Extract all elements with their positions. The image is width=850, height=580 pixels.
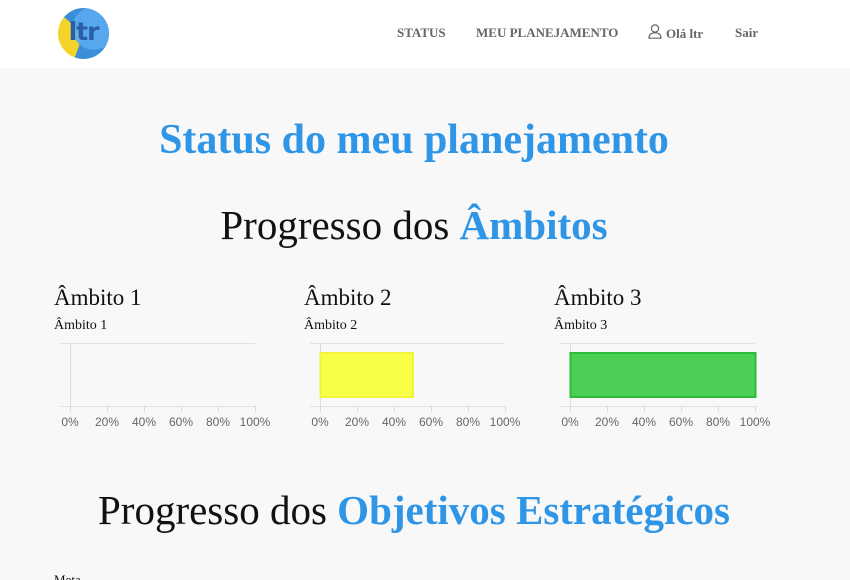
ambito-card-2: Âmbito 2 Âmbito 2 0% 20% 40% 60% 80% 100%	[304, 285, 544, 435]
chart-tick-label: 80%	[706, 415, 730, 429]
ambito-subtitle: Âmbito 1	[54, 318, 108, 333]
nav-user-menu[interactable]: Olá ltr	[648, 24, 703, 42]
chart-tick-label: 20%	[595, 415, 619, 429]
chart-tick-label: 20%	[345, 415, 369, 429]
nav-planning-link[interactable]: MEU PLANEJAMENTO	[476, 25, 618, 41]
chart-svg: 0% 20% 40% 60% 80% 100%	[560, 343, 771, 429]
chart-tick-label: 80%	[456, 415, 480, 429]
ambito-card-3: Âmbito 3 Âmbito 3 0% 20% 40% 60% 80% 100%	[554, 285, 794, 435]
chart-bar	[319, 352, 414, 398]
chart-tick-label: 40%	[132, 415, 156, 429]
chart-tick-label: 60%	[169, 415, 193, 429]
chart-tick-label: 60%	[669, 415, 693, 429]
section-title-prefix: Progresso dos	[220, 202, 460, 248]
chart-tick-label: 80%	[206, 415, 230, 429]
ambito-chart-1: 0% 20% 40% 60% 80% 100%	[54, 340, 294, 435]
ambito-title: Âmbito 3	[554, 285, 642, 310]
ambito-subtitle: Âmbito 3	[554, 318, 608, 333]
page-title: Status do meu planejamento	[159, 117, 669, 163]
nav-status-link[interactable]: STATUS	[397, 25, 446, 41]
logo-text: ltr	[68, 17, 100, 46]
section-title-ambitos: Progresso dos Âmbitos	[0, 201, 828, 249]
chart-tick-label: 100%	[740, 415, 771, 429]
ambito-card-1: Âmbito 1 Âmbito 1 0% 20% 40% 60% 80% 100%	[54, 285, 294, 435]
chart-svg: 0% 20% 40% 60% 80% 100%	[60, 343, 271, 429]
ambito-subtitle: Âmbito 2	[304, 318, 358, 333]
chart-tick-label: 40%	[632, 415, 656, 429]
chart-tick-label: 0%	[561, 415, 579, 429]
chart-tick-label: 40%	[382, 415, 406, 429]
chart-tick-label: 20%	[95, 415, 119, 429]
ambito-chart-2: 0% 20% 40% 60% 80% 100%	[304, 340, 544, 435]
chart-tick-label: 100%	[240, 415, 271, 429]
chart-tick-label: 0%	[311, 415, 329, 429]
navbar: ltr STATUS MEU PLANEJAMENTO Olá ltr Sair	[0, 0, 850, 68]
chart-tick-label: 0%	[61, 415, 79, 429]
ambito-title: Âmbito 1	[54, 285, 142, 310]
section-title-highlight: Âmbitos	[459, 202, 608, 248]
logo[interactable]: ltr	[58, 8, 109, 59]
chart-tick-label: 60%	[419, 415, 443, 429]
section-title-highlight: Objetivos Estratégicos	[337, 487, 731, 533]
chart-tick-label: 100%	[490, 415, 521, 429]
meta-label: Meta	[54, 572, 81, 580]
ambito-chart-3: 0% 20% 40% 60% 80% 100%	[554, 340, 794, 435]
section-title-prefix: Progresso dos	[97, 487, 338, 533]
section-title-objetivos: Progresso dos Objetivos Estratégicos	[0, 486, 828, 534]
chart-svg: 0% 20% 40% 60% 80% 100%	[310, 343, 521, 429]
user-icon	[648, 24, 662, 39]
user-greeting: Olá ltr	[666, 26, 704, 41]
logout-link[interactable]: Sair	[735, 25, 758, 41]
chart-bar	[569, 352, 757, 398]
ambito-title: Âmbito 2	[304, 285, 392, 310]
